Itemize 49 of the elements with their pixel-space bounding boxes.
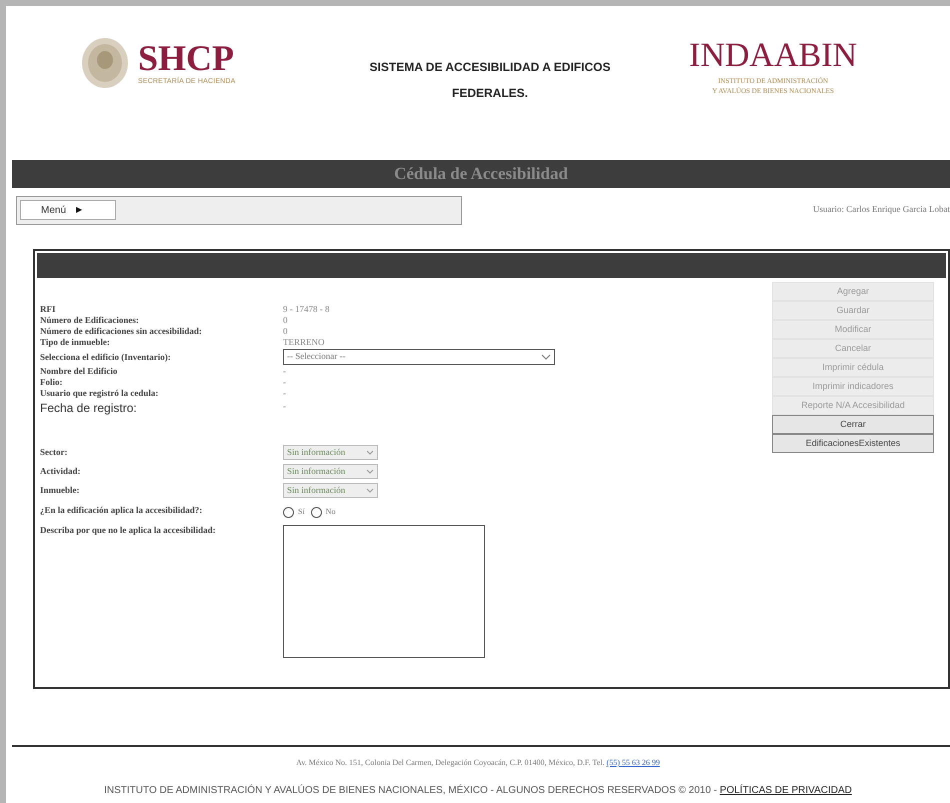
logo-name: SHCP	[138, 38, 236, 77]
system-title: SISTEMA DE ACCESIBILIDAD A EDIFICOS	[370, 59, 610, 76]
field-label: ¿En la edificación aplica la accesibilidad?:	[40, 504, 204, 516]
copyright-text: INSTITUTO DE ADMINISTRACIÓN Y AVALÚOS DE BIENES NACIONALES, MÉXICO - ALGUNOS DERECHOS RESERVADOS © 2010 - POLÍTICAS DE PRIVACIDAD	[104, 783, 852, 798]
radio-label: Sí	[298, 506, 305, 518]
field-label: Fecha de registro:	[40, 401, 138, 415]
field-label: Describa por que no le aplica la accesibilidad:	[40, 525, 217, 536]
field-value: 0	[283, 326, 288, 337]
dropdown[interactable]: -- Seleccionar --	[283, 349, 555, 365]
field-value: 9 - 17478 - 8	[283, 304, 330, 315]
field-label: Sector:	[40, 447, 68, 458]
field-value: -	[283, 366, 286, 377]
radio-label: No	[326, 506, 336, 518]
chevron-down-icon	[366, 469, 374, 474]
field-value: -	[283, 377, 286, 388]
field-label: Inmueble:	[40, 485, 81, 496]
page-title: Cédula de Accesibilidad	[394, 163, 568, 186]
field-label: Selecciona el edificio (Inventario):	[40, 352, 172, 362]
seal-icon	[80, 36, 130, 90]
dropdown[interactable]: Sin información	[283, 483, 378, 498]
action-button[interactable]: EdificacionesExistentes	[772, 434, 934, 453]
user-label: Usuario: Carlos Enrique Garcia Lobat	[813, 203, 950, 216]
field-value: TERRENO	[283, 337, 324, 348]
chevron-down-icon	[366, 488, 374, 493]
action-button[interactable]: Cerrar	[772, 415, 934, 434]
radio-button[interactable]	[310, 506, 322, 518]
dropdown[interactable]: Sin información	[283, 464, 378, 479]
field-label: Número de edificaciones sin accesibilidad:	[40, 326, 203, 337]
dropdown[interactable]: Sin información	[283, 445, 378, 460]
field-value: 0	[283, 315, 288, 326]
logo-name: INDAABIN	[689, 36, 858, 76]
field-label: Nombre del Edificio	[40, 366, 118, 377]
chevron-down-icon	[541, 354, 551, 360]
address-text: Av. México No. 151, Colonia Del Carmen, Delegación Coyoacán, C.P. 01400, México, D.F. Tel. (55) 55 63 26 99	[296, 757, 660, 769]
field-label: Actividad:	[40, 466, 82, 477]
field-value: -	[283, 401, 286, 412]
field-label: Usuario que registró la cedula:	[40, 388, 160, 399]
radio-button[interactable]	[283, 506, 294, 518]
chevron-down-icon	[366, 450, 374, 455]
menu-button[interactable]: Menú ▶	[20, 200, 116, 220]
field-label: RFI	[40, 304, 56, 315]
privacy-link[interactable]: POLÍTICAS DE PRIVACIDAD	[720, 785, 852, 796]
field-label: Folio:	[40, 377, 64, 388]
phone-link[interactable]: (55) 55 63 26 99	[606, 758, 660, 767]
field-label: Tipo de inmueble:	[40, 337, 111, 348]
text-area[interactable]	[283, 525, 485, 658]
field-label: Número de Edificaciones:	[40, 315, 140, 326]
system-title: FEDERALES.	[452, 85, 528, 102]
field-value: -	[283, 388, 286, 399]
